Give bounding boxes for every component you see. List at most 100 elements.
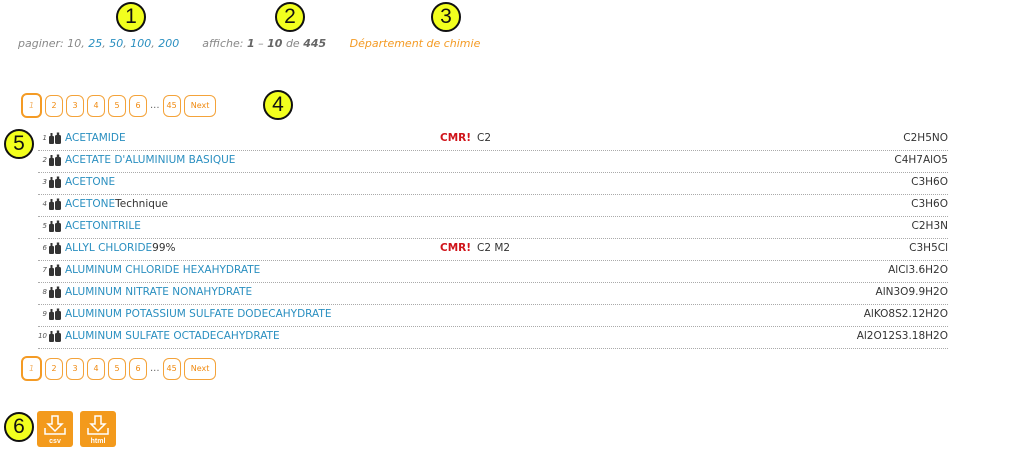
chemical-formula: C3H6O — [911, 198, 948, 210]
row-number: 6 — [42, 244, 47, 252]
display-from: 1 — [246, 37, 255, 50]
table-row: 5 ACETONITRILE C2H3N — [38, 217, 948, 239]
chemical-formula: Al2O12S3.18H2O — [856, 330, 948, 342]
chemical-formula: AlN3O9.9H2O — [875, 286, 948, 298]
page-4-button[interactable]: 4 — [87, 357, 105, 380]
paging-label: paginer: — [18, 37, 64, 50]
chemical-formula: C3H5Cl — [909, 242, 948, 254]
export-html-button[interactable]: html — [80, 411, 116, 447]
display-to: 10 — [267, 37, 283, 50]
row-number: 3 — [42, 178, 47, 186]
chemical-name-link[interactable]: ALLYL CHLORIDE — [65, 242, 152, 254]
page-6-button[interactable]: 6 — [129, 357, 147, 380]
chemical-bottles-icon — [49, 154, 61, 166]
chemical-bottles-icon — [49, 308, 61, 320]
chemical-bottles-icon — [49, 286, 61, 298]
chemical-bottles-icon — [49, 132, 61, 144]
row-number: 2 — [42, 156, 47, 164]
row-number: 10 — [38, 332, 47, 340]
next-page-button[interactable]: Next — [183, 94, 217, 117]
chemical-name-link[interactable]: ACETAMIDE — [65, 132, 126, 144]
table-row: 4 ACETONETechnique C3H6O — [38, 195, 948, 217]
chemical-name-link[interactable]: ACETONITRILE — [65, 220, 141, 232]
page-45-button[interactable]: 45 — [162, 94, 181, 117]
export-csv-label: csv — [49, 438, 61, 445]
page-45-button[interactable]: 45 — [162, 357, 181, 380]
department-link[interactable]: Département de chimie — [350, 37, 481, 50]
chemical-name-link[interactable]: ACETONE — [65, 176, 115, 188]
chemical-bottles-icon — [49, 176, 61, 188]
chemical-bottles-icon — [49, 198, 61, 210]
page-5-button[interactable]: 5 — [108, 357, 126, 380]
table-row: 10 ALUMINUM SULFATE OCTADECAHYDRATE Al2O1… — [38, 327, 948, 349]
annotation-marker-5: 5 — [4, 129, 34, 159]
chemical-name-link[interactable]: ALUMINUM POTASSIUM SULFATE DODECAHYDRATE — [65, 308, 331, 320]
chemical-bottles-icon — [49, 220, 61, 232]
export-html-label: html — [91, 438, 106, 445]
annotation-marker-6: 6 — [4, 412, 34, 442]
chemical-bottles-icon — [49, 330, 61, 342]
table-row: 7 ALUMINUM CHLORIDE HEXAHYDRATE AlCl3.6H2… — [38, 261, 948, 283]
page-2-button[interactable]: 2 — [45, 94, 63, 117]
page-size-50-link[interactable]: 50 — [109, 37, 123, 50]
page-2-button[interactable]: 2 — [45, 357, 63, 380]
table-row: 8 ALUMINUM NITRATE NONAHYDRATE AlN3O9.9H2… — [38, 283, 948, 305]
row-number: 7 — [42, 266, 47, 274]
table-row: 3 ACETONE C3H6O — [38, 173, 948, 195]
page-5-button[interactable]: 5 — [108, 94, 126, 117]
page-1-button[interactable]: 1 — [21, 93, 42, 118]
chemical-formula: AlKO8S2.12H2O — [863, 308, 948, 320]
cmr-category: C2 — [477, 132, 492, 144]
annotation-marker-4: 4 — [263, 90, 293, 120]
page-1-button[interactable]: 1 — [21, 356, 42, 381]
annotation-marker-2: 2 — [275, 2, 305, 32]
cmr-warning-badge: CMR! — [440, 132, 472, 144]
row-number: 8 — [42, 288, 47, 296]
page-3-button[interactable]: 3 — [66, 94, 84, 117]
pagination-bottom: 1 2 3 4 5 6 ... 45 Next — [21, 356, 217, 381]
chemical-grade: 99% — [152, 242, 176, 254]
chemical-bottles-icon — [49, 264, 61, 276]
export-csv-button[interactable]: csv — [37, 411, 73, 447]
chemical-formula: C3H6O — [911, 176, 948, 188]
chemical-formula: AlCl3.6H2O — [888, 264, 948, 276]
download-csv-icon: csv — [44, 415, 66, 445]
table-row: 9 ALUMINUM POTASSIUM SULFATE DODECAHYDRA… — [38, 305, 948, 327]
row-number: 4 — [42, 200, 47, 208]
page-size-10: 10 — [67, 37, 82, 50]
chemical-name-link[interactable]: ALUMINUM NITRATE NONAHYDRATE — [65, 286, 252, 298]
page-size-200-link[interactable]: 200 — [158, 37, 179, 50]
row-number: 1 — [42, 134, 47, 142]
chemical-formula: C2H5NO — [903, 132, 948, 144]
row-number: 9 — [42, 310, 47, 318]
page-size-25-link[interactable]: 25 — [88, 37, 102, 50]
download-html-icon: html — [87, 415, 109, 445]
table-row: 1 ACETAMIDE CMR! C2 C2H5NO — [38, 129, 948, 151]
page-4-button[interactable]: 4 — [87, 94, 105, 117]
chemical-formula: C4H7AlO5 — [894, 154, 948, 166]
chemical-name-link[interactable]: ACETONE — [65, 198, 115, 210]
chemical-bottles-icon — [49, 242, 61, 254]
table-row: 2 ACETATE D'ALUMINIUM BASIQUE C4H7AlO5 — [38, 151, 948, 173]
chemical-name-link[interactable]: ACETATE D'ALUMINIUM BASIQUE — [65, 154, 235, 166]
pagination-ellipsis: ... — [150, 363, 160, 374]
list-info-bar: paginer: 10, 25, 50, 100, 200 affiche: 1… — [18, 37, 481, 50]
display-total: 445 — [303, 37, 327, 50]
row-number: 5 — [42, 222, 47, 230]
annotation-marker-1: 1 — [116, 2, 146, 32]
pagination-ellipsis: ... — [150, 100, 160, 111]
next-page-button[interactable]: Next — [183, 357, 217, 380]
page-size-100-link[interactable]: 100 — [130, 37, 151, 50]
chemical-list: 1 ACETAMIDE CMR! C2 C2H5NO 2 ACETATE D'ALUMI… — [38, 129, 948, 349]
pagination-top: 1 2 3 4 5 6 ... 45 Next — [21, 93, 217, 118]
cmr-category: C2 M2 — [477, 242, 511, 254]
chemical-formula: C2H3N — [911, 220, 948, 232]
chemical-name-link[interactable]: ALUMINUM SULFATE OCTADECAHYDRATE — [65, 330, 280, 342]
page-6-button[interactable]: 6 — [129, 94, 147, 117]
chemical-name-link[interactable]: ALUMINUM CHLORIDE HEXAHYDRATE — [65, 264, 260, 276]
display-of: de — [285, 37, 300, 50]
display-dash: – — [258, 37, 264, 50]
page-3-button[interactable]: 3 — [66, 357, 84, 380]
cmr-warning-badge: CMR! — [440, 242, 472, 254]
display-label: affiche: — [202, 37, 244, 50]
